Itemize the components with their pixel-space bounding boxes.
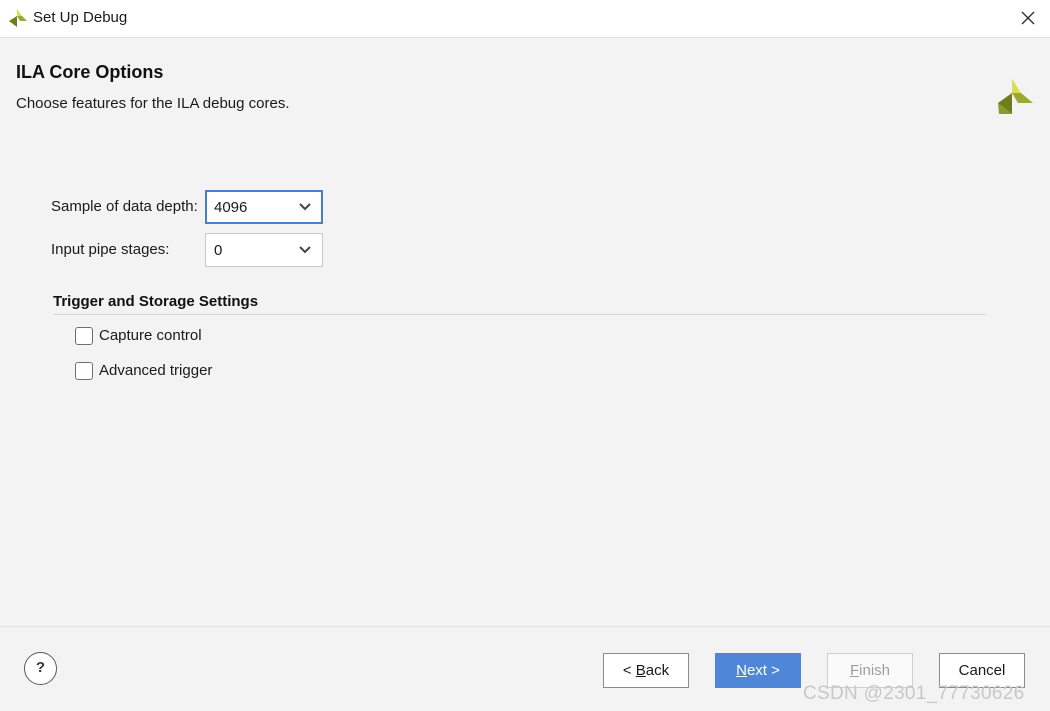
next-button[interactable]: Next > <box>715 653 801 688</box>
capture-control-checkbox[interactable]: Capture control <box>75 326 205 346</box>
finish-label-rest: inish <box>859 662 891 679</box>
page-subtitle: Choose features for the ILA debug cores. <box>16 95 290 112</box>
checkbox-box[interactable] <box>75 327 93 345</box>
window-title: Set Up Debug <box>33 9 128 26</box>
back-button[interactable]: < Back <box>603 653 689 688</box>
advanced-trigger-checkbox[interactable]: Advanced trigger <box>75 361 215 381</box>
title-bar: Set Up Debug <box>0 0 1050 38</box>
xilinx-logo-icon <box>998 79 1033 114</box>
pipe-select[interactable]: 0 <box>205 233 323 267</box>
close-icon[interactable] <box>1016 6 1040 30</box>
chevron-down-icon <box>299 203 311 211</box>
depth-value: 4096 <box>214 199 248 216</box>
section-divider <box>53 314 986 315</box>
depth-select[interactable]: 4096 <box>205 190 323 224</box>
pipe-label: Input pipe stages: <box>51 241 170 258</box>
footer-divider <box>0 626 1050 627</box>
back-mnemonic: B <box>635 662 646 679</box>
finish-mnemonic: F <box>849 662 860 679</box>
help-icon: ? <box>35 659 46 676</box>
watermark: CSDN @2301_77730626 <box>803 683 1025 704</box>
next-label-rest: ext > <box>746 662 780 679</box>
chevron-down-icon <box>299 246 311 254</box>
back-label-rest: ack <box>645 662 670 679</box>
pipe-value: 0 <box>214 242 223 259</box>
checkbox-label: Advanced trigger <box>99 362 213 379</box>
depth-label: Sample of data depth: <box>51 198 198 215</box>
page-title: ILA Core Options <box>16 62 164 82</box>
back-prefix: < <box>622 662 636 679</box>
xilinx-logo-icon <box>9 9 27 27</box>
next-mnemonic: N <box>736 662 747 679</box>
section-title: Trigger and Storage Settings <box>53 293 259 310</box>
checkbox-label: Capture control <box>99 327 202 344</box>
help-button[interactable]: ? <box>24 652 57 685</box>
checkbox-box[interactable] <box>75 362 93 380</box>
